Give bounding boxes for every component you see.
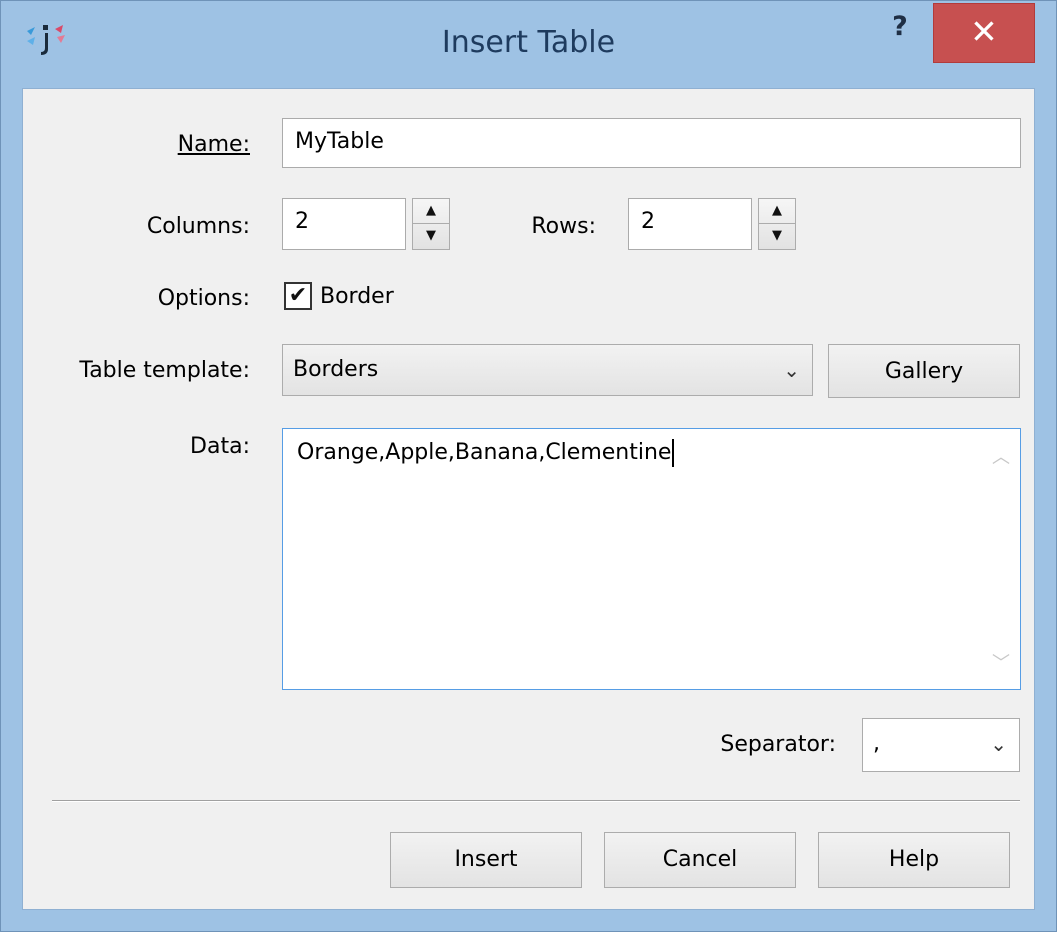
rows-label: Rows:	[500, 214, 596, 239]
template-value: Borders	[293, 357, 379, 382]
chevron-down-icon: ⌄	[990, 732, 1007, 756]
title-bar[interactable]: Insert Table ? ✕	[1, 1, 1056, 89]
data-label-text: Data:	[190, 434, 250, 459]
name-label-text: Name:	[177, 132, 250, 157]
name-input[interactable]: MyTable	[282, 118, 1021, 168]
gallery-button[interactable]: Gallery	[828, 344, 1020, 398]
options-label: Options:	[60, 286, 250, 311]
separator-label-text: Separator:	[720, 732, 836, 757]
border-checkbox[interactable]: ✔	[284, 282, 312, 310]
data-label: Data:	[100, 434, 250, 459]
scroll-up-icon[interactable]: ︿	[992, 443, 1010, 469]
separator-select[interactable]: , ⌄	[862, 718, 1020, 772]
name-label: Name:	[100, 132, 250, 157]
separator-value: ,	[873, 731, 880, 756]
data-scrollbar[interactable]: ︿ ﹀	[984, 429, 1020, 689]
rows-spinner[interactable]: ▲ ▼	[758, 198, 796, 250]
options-label-text: Options:	[157, 286, 250, 311]
divider	[52, 800, 1020, 802]
down-arrow-icon[interactable]: ▼	[759, 224, 795, 249]
data-text: Orange,Apple,Banana,Clementine	[297, 439, 675, 467]
chevron-down-icon: ⌄	[783, 358, 800, 382]
insert-button[interactable]: Insert	[390, 832, 582, 888]
close-button[interactable]: ✕	[933, 3, 1035, 63]
columns-input[interactable]: 2	[282, 198, 406, 250]
columns-label-text: Columns:	[146, 214, 250, 239]
separator-label: Separator:	[640, 732, 836, 757]
data-textarea[interactable]: Orange,Apple,Banana,Clementine ︿ ﹀	[282, 428, 1021, 690]
border-label[interactable]: Border	[320, 284, 394, 309]
columns-spinner[interactable]: ▲ ▼	[412, 198, 450, 250]
scroll-down-icon[interactable]: ﹀	[992, 649, 1010, 675]
help-button[interactable]: Help	[818, 832, 1010, 888]
template-label: Table template:	[30, 358, 250, 383]
help-title-button[interactable]: ?	[877, 7, 923, 53]
cancel-button[interactable]: Cancel	[604, 832, 796, 888]
rows-label-text: Rows:	[531, 214, 596, 239]
up-arrow-icon[interactable]: ▲	[413, 199, 449, 224]
up-arrow-icon[interactable]: ▲	[759, 199, 795, 224]
template-select[interactable]: Borders ⌄	[282, 344, 813, 396]
down-arrow-icon[interactable]: ▼	[413, 224, 449, 249]
rows-input[interactable]: 2	[628, 198, 752, 250]
template-label-text: Table template:	[79, 358, 250, 383]
data-value: Orange,Apple,Banana,Clementine	[297, 440, 672, 465]
columns-label: Columns:	[60, 214, 250, 239]
text-caret	[672, 439, 675, 467]
